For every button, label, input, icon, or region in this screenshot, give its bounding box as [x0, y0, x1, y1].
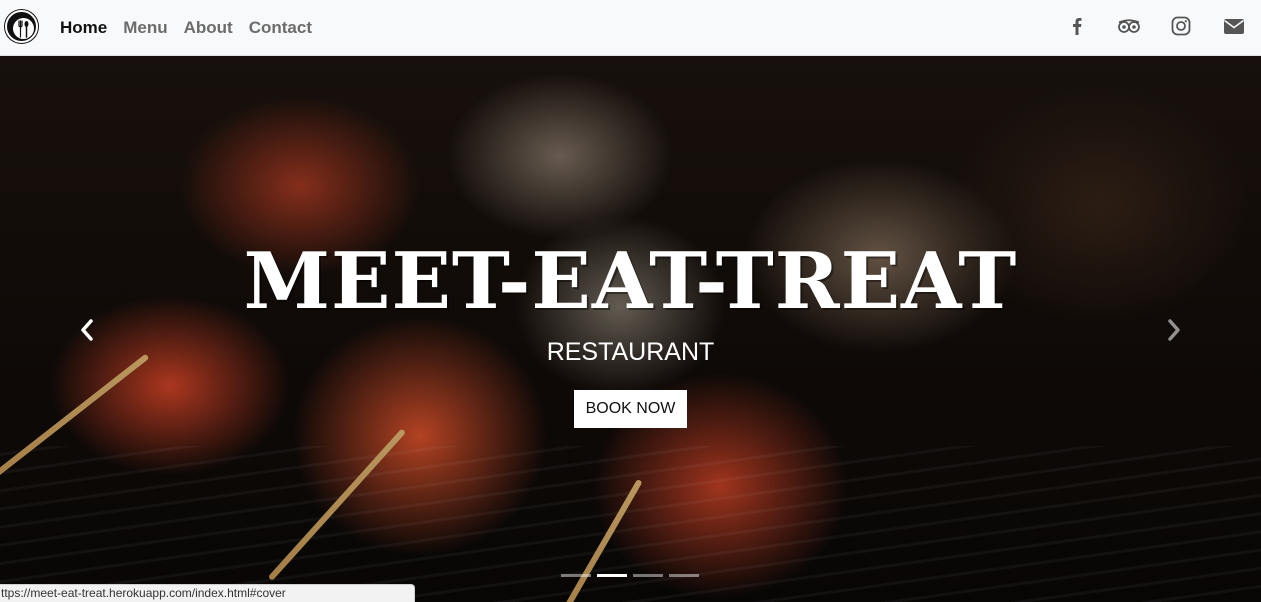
carousel-indicator[interactable] — [633, 574, 663, 577]
envelope-icon[interactable] — [1221, 13, 1247, 39]
carousel-indicator[interactable] — [561, 574, 591, 577]
navbar: Home Menu About Contact — [0, 0, 1261, 56]
hero-title: MEET-EAT-TREAT — [243, 236, 1018, 327]
hero-carousel: MEET-EAT-TREAT RESTAURANT BOOK NOW — [0, 56, 1261, 602]
carousel-next-icon[interactable] — [1162, 318, 1186, 342]
nav-link-contact[interactable]: Contact — [241, 18, 320, 38]
nav-links: Home Menu About Contact — [52, 0, 320, 56]
nav-link-menu[interactable]: Menu — [115, 18, 175, 38]
carousel-prev-icon[interactable] — [75, 318, 99, 342]
carousel-indicators — [561, 574, 699, 577]
hero-subtitle: RESTAURANT — [546, 338, 715, 366]
tripadvisor-icon[interactable] — [1116, 13, 1142, 39]
nav-link-home[interactable]: Home — [52, 18, 115, 38]
book-now-button[interactable]: BOOK NOW — [574, 390, 687, 428]
carousel-indicator[interactable] — [597, 574, 627, 577]
facebook-icon[interactable] — [1064, 13, 1090, 39]
nav-link-about[interactable]: About — [176, 18, 241, 38]
restaurant-logo-icon[interactable] — [5, 10, 38, 43]
carousel-indicator[interactable] — [669, 574, 699, 577]
browser-status-url: ttps://meet-eat-treat.herokuapp.com/inde… — [0, 584, 415, 602]
instagram-icon[interactable] — [1168, 13, 1194, 39]
